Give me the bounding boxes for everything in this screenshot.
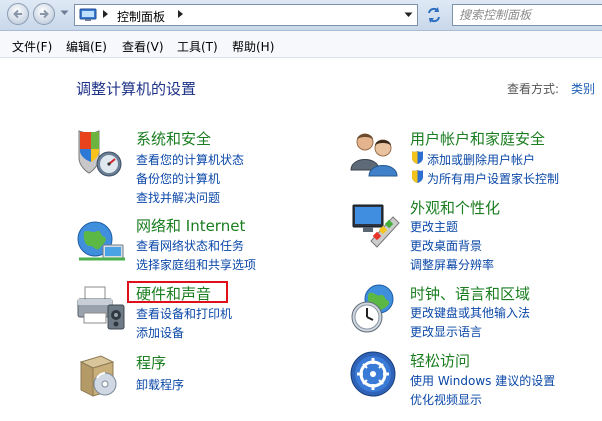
link-optimize-visual-display[interactable]: 优化视频显示 <box>410 391 482 408</box>
category-heading[interactable]: 时钟、语言和区域 <box>410 283 530 304</box>
link-adjust-resolution[interactable]: 调整屏幕分辨率 <box>410 256 494 273</box>
menu-tools[interactable]: 工具(T) <box>177 38 218 55</box>
users-icon[interactable] <box>349 128 401 180</box>
view-by-dropdown[interactable]: 类别 <box>571 80 595 97</box>
link-windows-recommended-settings[interactable]: 使用 Windows 建议的设置 <box>410 372 555 389</box>
printer-icon[interactable] <box>75 283 127 335</box>
view-by-label: 查看方式: <box>507 82 560 96</box>
category-heading[interactable]: 网络和 Internet <box>136 215 245 236</box>
forward-arrow-icon <box>40 9 49 19</box>
link-change-desktop-background[interactable]: 更改桌面背景 <box>410 237 482 254</box>
link-change-keyboard[interactable]: 更改键盘或其他输入法 <box>410 304 530 321</box>
address-bar: 控制面板 <box>0 0 602 31</box>
link-view-computer-status[interactable]: 查看您的计算机状态 <box>136 151 244 168</box>
category-heading[interactable]: 程序 <box>136 352 166 373</box>
link-backup-computer[interactable]: 备份您的计算机 <box>136 170 220 187</box>
breadcrumb-arrow-icon[interactable] <box>102 9 110 19</box>
refresh-icon[interactable] <box>422 4 446 26</box>
page-title: 调整计算机的设置 <box>76 80 197 98</box>
menu-edit[interactable]: 编辑(E) <box>66 38 107 55</box>
link-devices-printers[interactable]: 查看设备和打印机 <box>136 305 232 322</box>
category-heading[interactable]: 轻松访问 <box>410 350 470 371</box>
link-change-display-language[interactable]: 更改显示语言 <box>410 323 482 340</box>
menu-file[interactable]: 文件(F) <box>12 38 52 55</box>
back-arrow-icon <box>13 9 22 19</box>
link-change-theme[interactable]: 更改主题 <box>410 218 458 235</box>
recent-pages-dropdown-icon[interactable] <box>60 10 69 16</box>
search-box[interactable] <box>452 4 602 26</box>
link-uninstall-program[interactable]: 卸载程序 <box>136 376 184 393</box>
address-dropdown-icon[interactable] <box>404 12 413 18</box>
category-heading[interactable]: 系统和安全 <box>136 128 211 149</box>
category-heading[interactable]: 外观和个性化 <box>410 197 500 218</box>
link-troubleshoot[interactable]: 查找并解决问题 <box>136 189 220 206</box>
link-add-device[interactable]: 添加设备 <box>136 324 184 341</box>
monitor-palette-icon[interactable] <box>349 197 401 249</box>
forward-button[interactable] <box>33 3 55 25</box>
uac-shield-icon <box>412 170 423 183</box>
control-panel-small-icon <box>79 8 97 21</box>
uac-shield-icon <box>412 151 423 164</box>
shield-icon[interactable] <box>75 128 127 180</box>
breadcrumb-control-panel[interactable]: 控制面板 <box>117 8 165 25</box>
link-parental-controls[interactable]: 为所有用户设置家长控制 <box>427 170 559 187</box>
clock-globe-icon[interactable] <box>349 283 401 335</box>
network-globe-icon[interactable] <box>75 215 127 267</box>
menu-bar: 文件(F) 编辑(E) 查看(V) 工具(T) 帮助(H) <box>0 31 602 58</box>
link-view-network-status[interactable]: 查看网络状态和任务 <box>136 237 244 254</box>
program-box-icon[interactable] <box>75 352 127 404</box>
category-heading[interactable]: 用户帐户和家庭安全 <box>410 128 545 149</box>
breadcrumb-arrow-icon[interactable] <box>177 9 185 19</box>
search-input[interactable] <box>459 7 597 23</box>
back-button[interactable] <box>7 3 29 25</box>
link-add-remove-accounts[interactable]: 添加或删除用户帐户 <box>427 151 535 168</box>
highlight-box <box>127 281 228 303</box>
link-homegroup-sharing[interactable]: 选择家庭组和共享选项 <box>136 256 256 273</box>
address-field[interactable]: 控制面板 <box>74 4 418 26</box>
menu-help[interactable]: 帮助(H) <box>232 38 274 55</box>
ease-of-access-icon[interactable] <box>349 350 401 402</box>
menu-view[interactable]: 查看(V) <box>122 38 164 55</box>
